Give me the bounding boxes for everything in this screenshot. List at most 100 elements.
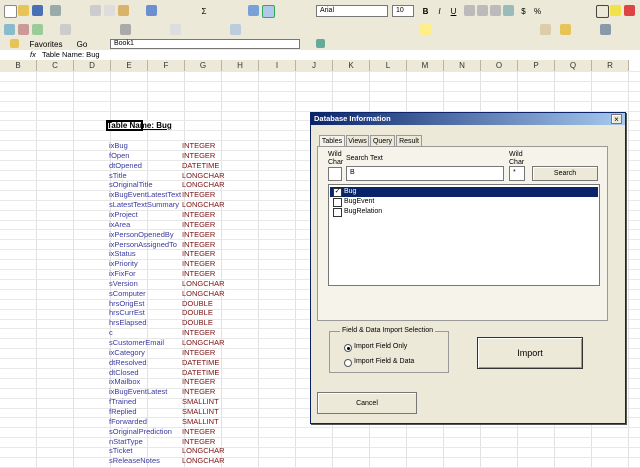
formula-content[interactable]: Table Name: Bug <box>42 50 100 60</box>
field-type-cell[interactable]: INTEGER <box>182 249 215 259</box>
radio-import-field-data[interactable] <box>344 359 352 367</box>
import-field-only-label[interactable]: Import Field Only <box>354 343 407 351</box>
field-type-cell[interactable]: SMALLINT <box>182 397 219 407</box>
field-name-cell[interactable]: ixPriority <box>109 259 138 269</box>
field-name-cell[interactable]: hrsElapsed <box>109 318 147 328</box>
field-type-cell[interactable]: INTEGER <box>182 220 215 230</box>
field-name-cell[interactable]: ixFixFor <box>109 269 136 279</box>
field-type-cell[interactable]: LONGCHAR <box>182 289 225 299</box>
field-name-cell[interactable]: ixPersonAssignedTo <box>109 240 177 250</box>
text-style-icon[interactable] <box>170 24 181 35</box>
field-type-cell[interactable]: LONGCHAR <box>182 338 225 348</box>
field-name-cell[interactable]: ixProject <box>109 210 138 220</box>
wild-char-right-input[interactable]: * <box>509 166 525 181</box>
table-checkbox[interactable] <box>333 208 342 217</box>
paste-icon[interactable] <box>118 5 129 16</box>
field-type-cell[interactable]: DATETIME <box>182 368 219 378</box>
home-icon[interactable] <box>10 39 19 48</box>
field-type-cell[interactable]: DATETIME <box>182 161 219 171</box>
italic-button[interactable]: I <box>434 5 445 17</box>
field-name-cell[interactable]: sTicket <box>109 446 132 456</box>
field-type-cell[interactable]: INTEGER <box>182 240 215 250</box>
field-name-cell[interactable]: ixBugEventLatestText <box>109 190 181 200</box>
field-name-cell[interactable]: sOriginalPrediction <box>109 427 172 437</box>
table-list-item[interactable]: BugRelation <box>330 207 598 217</box>
merge-icon[interactable] <box>503 5 514 16</box>
table-list[interactable]: ✓ Bug BugEvent BugRelation <box>328 184 600 286</box>
format-icon-3[interactable] <box>32 24 43 35</box>
field-type-cell[interactable]: INTEGER <box>182 210 215 220</box>
format-icon-5[interactable] <box>120 24 131 35</box>
field-type-cell[interactable]: INTEGER <box>182 190 215 200</box>
field-name-cell[interactable]: sVersion <box>109 279 138 289</box>
field-name-cell[interactable]: ixMailbox <box>109 377 140 387</box>
field-type-cell[interactable]: INTEGER <box>182 230 215 240</box>
drawing-icon[interactable] <box>262 5 275 18</box>
mail-icon[interactable] <box>540 24 551 35</box>
field-name-cell[interactable]: sReleaseNotes <box>109 456 160 466</box>
go-menu[interactable]: Go <box>72 38 92 50</box>
field-name-cell[interactable]: dtOpened <box>109 161 142 171</box>
field-type-cell[interactable]: LONGCHAR <box>182 456 225 466</box>
copy-icon[interactable] <box>104 5 115 16</box>
web-icon[interactable] <box>316 39 325 48</box>
field-type-cell[interactable]: INTEGER <box>182 328 215 338</box>
favorites-menu[interactable]: Favorites <box>24 38 68 50</box>
search-text-input[interactable]: B <box>346 166 504 181</box>
field-name-cell[interactable]: dtResolved <box>109 358 147 368</box>
align-center-icon[interactable] <box>477 5 488 16</box>
field-name-cell[interactable]: c <box>109 328 113 338</box>
format-icon-1[interactable] <box>4 24 15 35</box>
field-type-cell[interactable]: SMALLINT <box>182 407 219 417</box>
spell-icon[interactable] <box>230 24 241 35</box>
field-name-cell[interactable]: ixPersonOpenedBy <box>109 230 174 240</box>
field-type-cell[interactable]: LONGCHAR <box>182 200 225 210</box>
tab-tables[interactable]: Tables <box>319 135 345 146</box>
field-name-cell[interactable]: hrsCurrEst <box>109 308 145 318</box>
field-name-cell[interactable]: sLatestTextSummary <box>109 200 179 210</box>
field-type-cell[interactable]: DOUBLE <box>182 308 213 318</box>
autosum-icon[interactable]: Σ <box>198 5 210 17</box>
field-type-cell[interactable]: LONGCHAR <box>182 279 225 289</box>
field-type-cell[interactable]: INTEGER <box>182 387 215 397</box>
field-name-cell[interactable]: ixArea <box>109 220 130 230</box>
field-name-cell[interactable]: ixBugEventLatest <box>109 387 167 397</box>
field-type-cell[interactable]: LONGCHAR <box>182 180 225 190</box>
field-name-cell[interactable]: sCustomerEmail <box>109 338 164 348</box>
field-type-cell[interactable]: INTEGER <box>182 437 215 447</box>
tab-views[interactable]: Views <box>346 135 369 146</box>
currency-icon[interactable]: $ <box>518 5 529 17</box>
percent-button[interactable]: % <box>532 5 543 17</box>
new-icon[interactable] <box>4 5 17 18</box>
field-type-cell[interactable]: INTEGER <box>182 151 215 161</box>
field-name-cell[interactable]: fTrained <box>109 397 136 407</box>
field-name-cell[interactable]: ixBug <box>109 141 128 151</box>
fill-color-icon[interactable] <box>610 5 621 16</box>
field-name-cell[interactable]: fOpen <box>109 151 129 161</box>
field-type-cell[interactable]: INTEGER <box>182 427 215 437</box>
field-name-cell[interactable]: fReplied <box>109 407 137 417</box>
align-right-icon[interactable] <box>490 5 501 16</box>
field-name-cell[interactable]: nStatType <box>109 437 143 447</box>
cut-icon[interactable] <box>90 5 101 16</box>
tab-result[interactable]: Result <box>396 135 422 146</box>
field-type-cell[interactable]: INTEGER <box>182 259 215 269</box>
cancel-button[interactable]: Cancel <box>317 392 417 414</box>
table-checkbox[interactable] <box>333 198 342 207</box>
format-icon-2[interactable] <box>18 24 29 35</box>
font-color-icon[interactable] <box>624 5 635 16</box>
import-field-data-label[interactable]: Import Field & Data <box>354 358 414 366</box>
bold-button[interactable]: B <box>420 5 431 17</box>
import-button[interactable]: Import <box>477 337 583 369</box>
field-type-cell[interactable]: INTEGER <box>182 348 215 358</box>
field-type-cell[interactable]: INTEGER <box>182 269 215 279</box>
font-name-select[interactable]: Arial <box>316 5 388 17</box>
field-type-cell[interactable]: DOUBLE <box>182 318 213 328</box>
radio-import-field-only[interactable] <box>344 344 352 352</box>
table-checkbox[interactable]: ✓ <box>333 188 342 197</box>
table-list-item[interactable]: ✓ Bug <box>330 187 598 197</box>
field-name-cell[interactable]: sOriginalTitle <box>109 180 152 190</box>
field-type-cell[interactable]: DOUBLE <box>182 299 213 309</box>
align-left-icon[interactable] <box>464 5 475 16</box>
chart-icon[interactable] <box>248 5 259 16</box>
